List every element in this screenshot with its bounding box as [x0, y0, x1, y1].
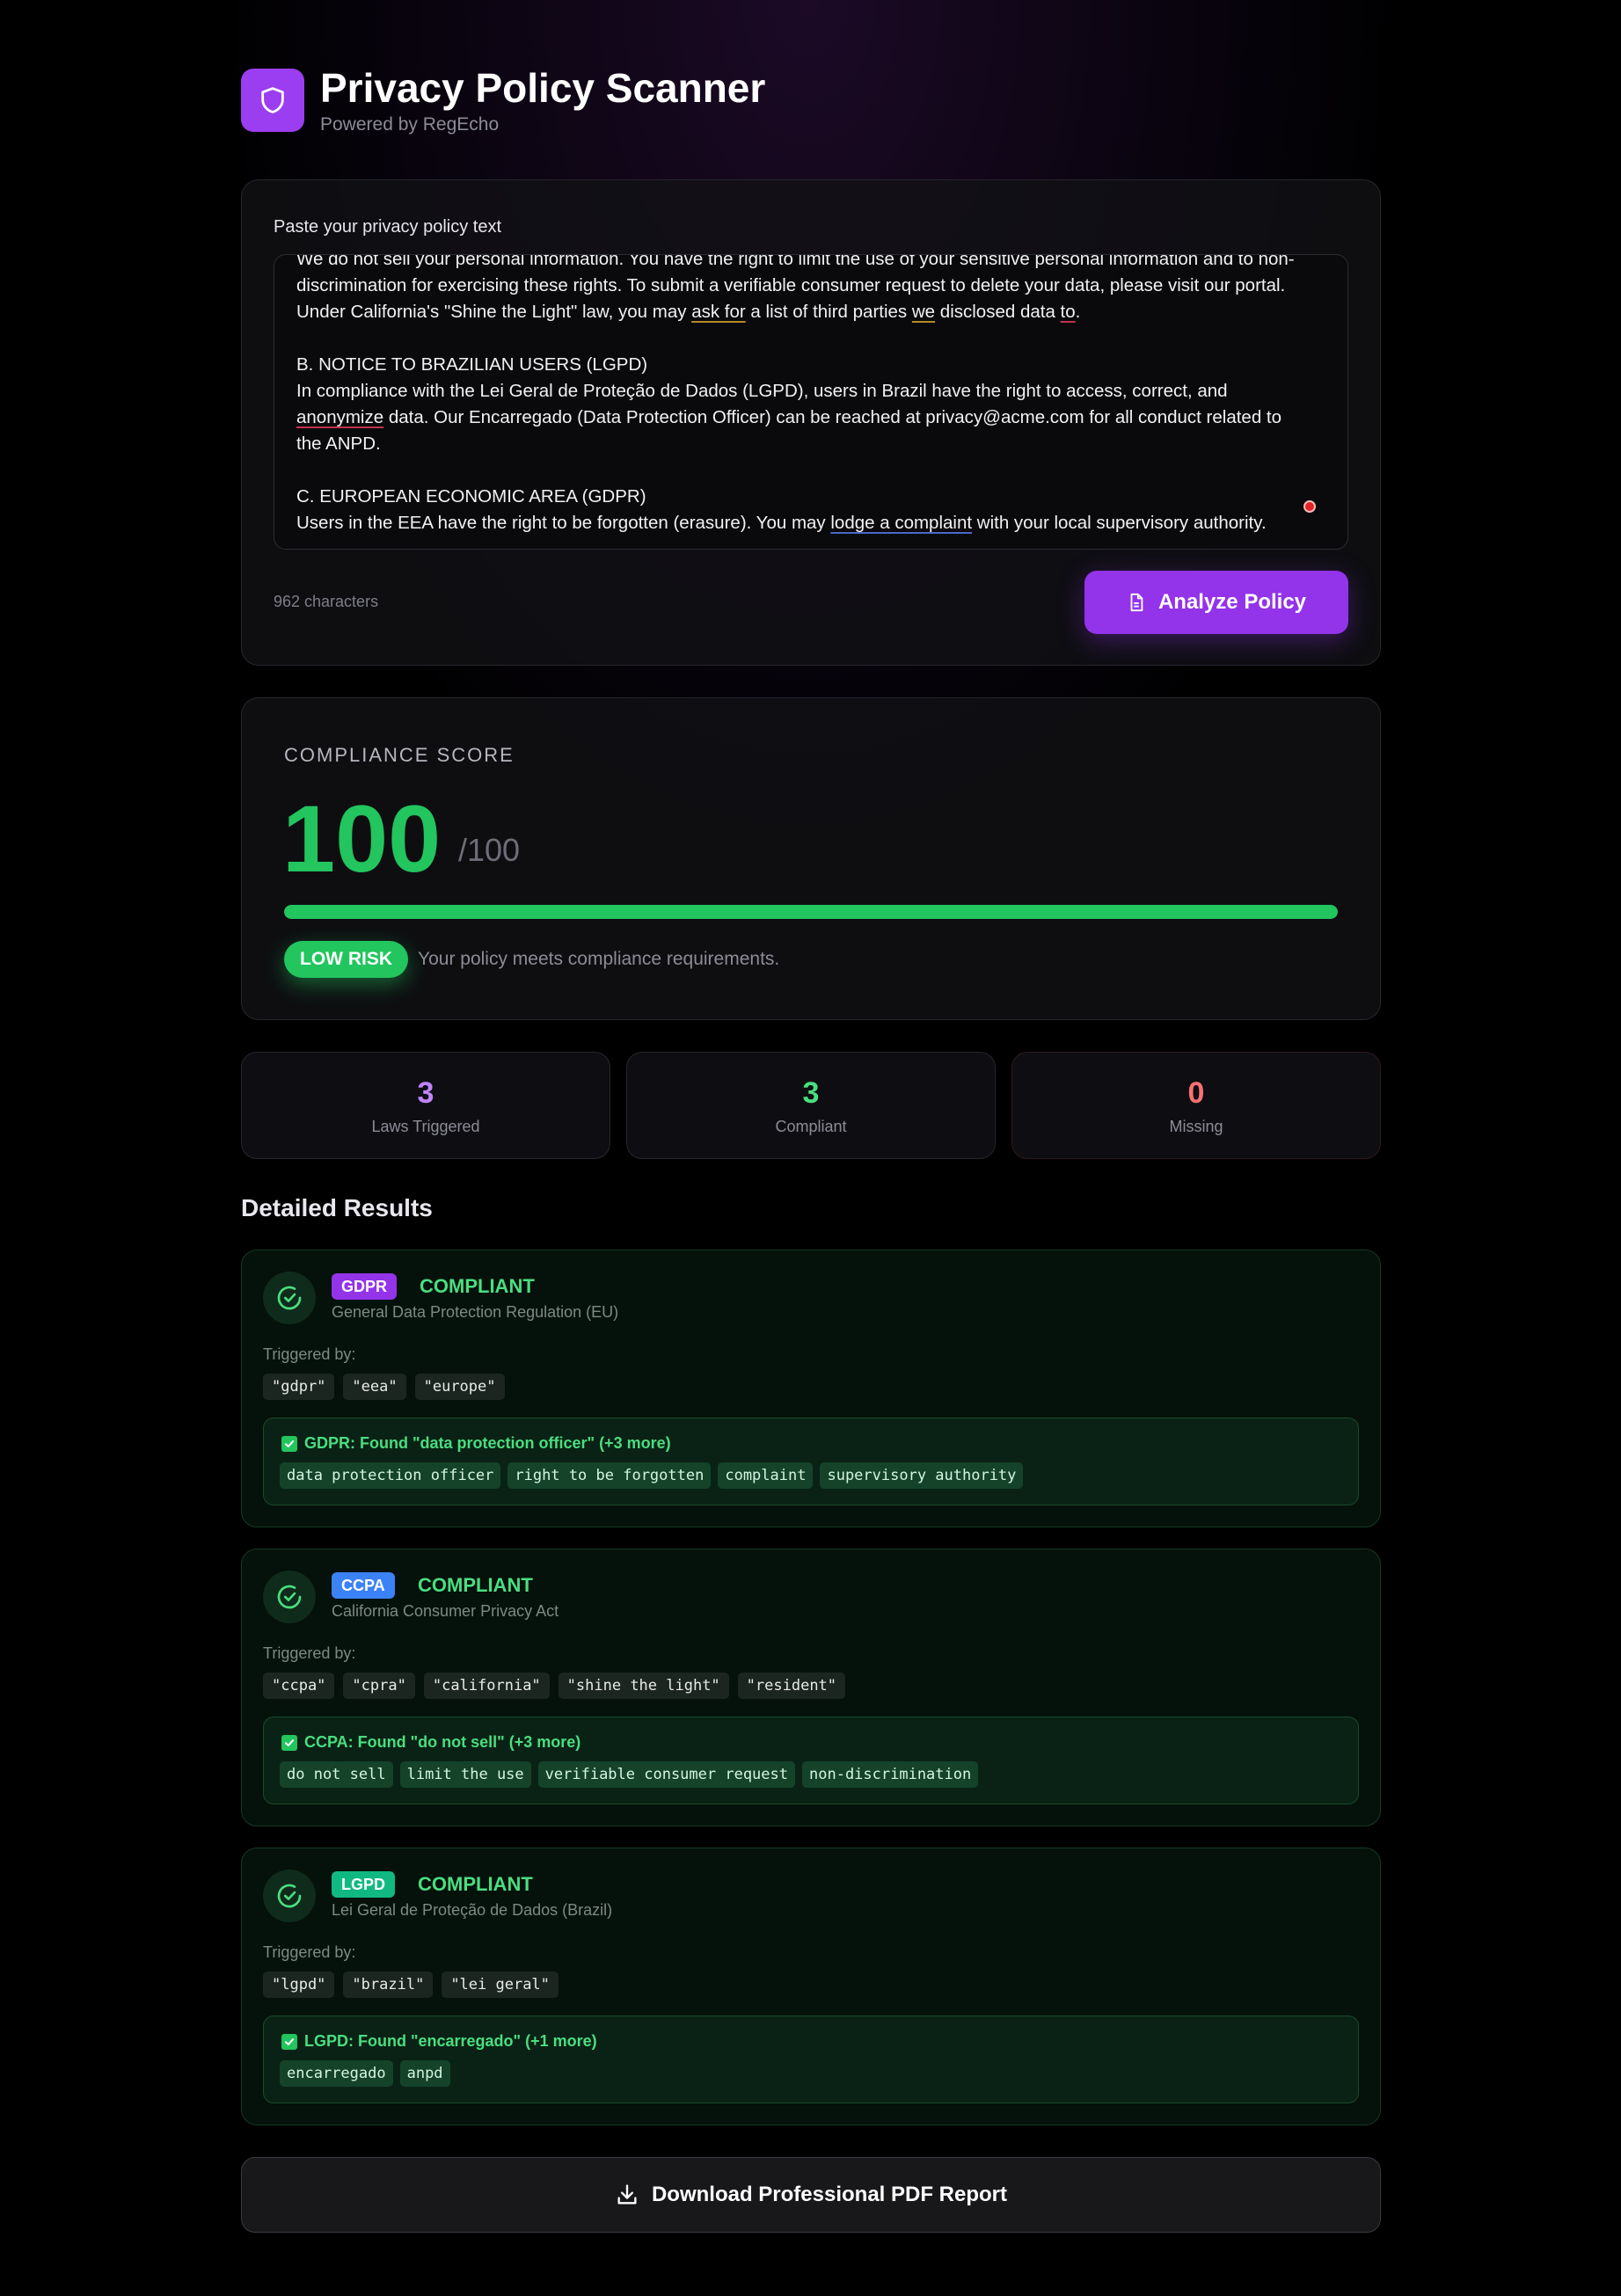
trigger-chip: "california" — [423, 1673, 550, 1699]
document-icon — [1130, 593, 1143, 612]
check-circle-icon — [263, 1870, 316, 1922]
policy-input-label: Paste your privacy policy text — [274, 217, 501, 237]
compliance-score-card: COMPLIANCE SCORE 100 /100 LOW RISK Your … — [241, 697, 1381, 1020]
risk-message: Your policy meets compliance requirement… — [418, 949, 780, 969]
text-line: the ANPD. — [296, 434, 381, 454]
law-name: California Consumer Privacy Act — [332, 1602, 559, 1620]
keyword-chip: supervisory authority — [820, 1462, 1024, 1489]
stat-label: Laws Triggered — [371, 1118, 480, 1135]
result-card-ccpa: CCPA COMPLIANT California Consumer Privacy… — [241, 1549, 1381, 1826]
score-value: 100 — [282, 785, 442, 892]
found-summary: LGPD: Found "encarregado" (+1 more) — [281, 2032, 597, 2051]
trigger-chip: "shine the light" — [558, 1673, 729, 1699]
compliance-status: COMPLIANT — [418, 1873, 533, 1895]
found-keywords-box: LGPD: Found "encarregado" (+1 more) encar… — [263, 2015, 1359, 2103]
text-line: anonymize data. Our Encarregado (Data Pr… — [296, 407, 1282, 427]
download-icon — [617, 2184, 637, 2205]
trigger-chip: "gdpr" — [263, 1374, 335, 1400]
text-line: In compliance with the Lei Geral de Prot… — [296, 381, 1228, 401]
trigger-chip: "ccpa" — [263, 1673, 335, 1699]
shield-icon — [241, 69, 304, 132]
analyze-policy-label: Analyze Policy — [1157, 590, 1307, 614]
page-subtitle: Powered by RegEcho — [320, 114, 500, 135]
policy-input-card: Paste your privacy policy text We do not… — [241, 179, 1381, 666]
law-tag: GDPR — [332, 1273, 398, 1300]
text-line: discrimination for exercising these righ… — [296, 275, 1286, 295]
keyword-chips: encarregado anpd — [280, 2060, 450, 2087]
checkbox-icon — [281, 1734, 297, 1751]
score-progress-bar — [284, 905, 1338, 919]
character-count: 962 characters — [274, 593, 379, 610]
trigger-chip: "lei geral" — [442, 1972, 559, 1998]
trigger-chips: "lgpd" "brazil" "lei geral" — [263, 1972, 559, 1998]
download-pdf-label: Download Professional PDF Report — [651, 2183, 1008, 2206]
keyword-chip: right to be forgotten — [507, 1462, 712, 1489]
keyword-chips: data protection officer right to be forgo… — [280, 1462, 1024, 1489]
text-line: Users in the EEA have the right to be fo… — [296, 513, 1267, 533]
compliance-status: COMPLIANT — [418, 1574, 533, 1596]
text-line: We do not sell your personal information… — [296, 254, 1295, 269]
keyword-chip: complaint — [718, 1462, 814, 1489]
check-circle-icon — [263, 1571, 316, 1623]
risk-badge: LOW RISK — [284, 941, 408, 978]
checkbox-icon — [281, 1435, 297, 1452]
result-card-gdpr: GDPR COMPLIANT General Data Protection Reg… — [241, 1250, 1381, 1527]
check-circle-icon — [263, 1272, 316, 1324]
score-max: /100 — [458, 832, 521, 868]
compliance-status: COMPLIANT — [420, 1275, 535, 1297]
detailed-results-title: Detailed Results — [241, 1194, 433, 1221]
checkbox-icon — [281, 2033, 297, 2050]
stat-missing: 0 Missing — [1011, 1052, 1381, 1159]
keyword-chip: non-discrimination — [802, 1761, 979, 1788]
app-header: Privacy Policy Scanner Powered by RegEch… — [241, 65, 765, 135]
text-line: B. NOTICE TO BRAZILIAN USERS (LGPD) — [296, 354, 648, 375]
keyword-chip: encarregado — [280, 2060, 393, 2087]
text-line: Under California's "Shine the Light" law… — [296, 302, 1081, 322]
keyword-chip: limit the use — [399, 1761, 531, 1788]
trigger-chip: "lgpd" — [263, 1972, 335, 1998]
keyword-chip: data protection officer — [280, 1462, 501, 1489]
download-pdf-button[interactable]: Download Professional PDF Report — [241, 2157, 1381, 2233]
keyword-chip: verifiable consumer request — [537, 1761, 795, 1788]
stat-label: Compliant — [775, 1118, 847, 1135]
found-summary: GDPR: Found "data protection officer" (+… — [281, 1434, 671, 1453]
keyword-chips: do not sell limit the use verifiable consu… — [280, 1761, 979, 1788]
trigger-chips: "gdpr" "eea" "europe" — [263, 1374, 505, 1400]
trigger-chip: "brazil" — [343, 1972, 434, 1998]
stat-compliant: 3 Compliant — [626, 1052, 996, 1159]
policy-textarea[interactable]: We do not sell your personal information… — [274, 254, 1348, 550]
trigger-chip: "resident" — [737, 1673, 846, 1699]
found-keywords-box: GDPR: Found "data protection officer" (+… — [263, 1418, 1359, 1505]
stat-value: 0 — [1187, 1076, 1205, 1110]
trigger-chips: "ccpa" "cpra" "california" "shine the light… — [263, 1673, 846, 1699]
keyword-chip: do not sell — [280, 1761, 393, 1788]
found-summary: CCPA: Found "do not sell" (+3 more) — [281, 1733, 580, 1752]
triggered-by-label: Triggered by: — [263, 1345, 356, 1363]
analyze-policy-button[interactable]: Analyze Policy — [1084, 571, 1348, 634]
trigger-chip: "cpra" — [343, 1673, 415, 1699]
stat-value: 3 — [417, 1076, 434, 1110]
keyword-chip: anpd — [399, 2060, 450, 2087]
page-title: Privacy Policy Scanner — [320, 65, 766, 111]
law-tag: CCPA — [332, 1572, 395, 1599]
score-progress-fill — [284, 905, 1338, 919]
trigger-chip: "eea" — [343, 1374, 406, 1400]
stat-label: Missing — [1169, 1118, 1223, 1135]
law-name: Lei Geral de Proteção de Dados (Brazil) — [332, 1901, 613, 1919]
grammar-indicator-icon[interactable] — [1303, 500, 1316, 513]
text-line: C. EUROPEAN ECONOMIC AREA (GDPR) — [296, 486, 646, 507]
score-label: COMPLIANCE SCORE — [284, 744, 515, 766]
law-tag: LGPD — [332, 1871, 396, 1898]
triggered-by-label: Triggered by: — [263, 1644, 356, 1662]
law-name: General Data Protection Regulation (EU) — [332, 1303, 619, 1321]
stat-laws-triggered: 3 Laws Triggered — [241, 1052, 610, 1159]
stat-value: 3 — [802, 1076, 820, 1110]
trigger-chip: "europe" — [414, 1374, 505, 1400]
found-keywords-box: CCPA: Found "do not sell" (+3 more) do no… — [263, 1717, 1359, 1804]
result-card-lgpd: LGPD COMPLIANT Lei Geral de Proteção de Da… — [241, 1848, 1381, 2125]
triggered-by-label: Triggered by: — [263, 1943, 356, 1961]
